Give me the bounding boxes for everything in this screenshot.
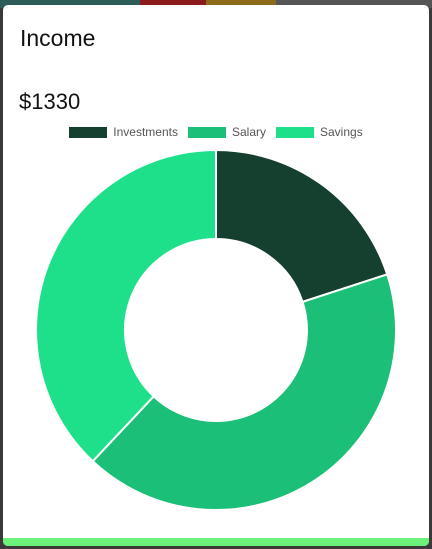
card-bottom-bar <box>3 538 429 546</box>
donut-slice-savings[interactable] <box>35 148 217 463</box>
donut-slice-investments[interactable] <box>215 148 389 304</box>
income-card: Income $1330 Investments Salary Savings <box>3 5 429 546</box>
income-donut-chart <box>35 148 397 511</box>
